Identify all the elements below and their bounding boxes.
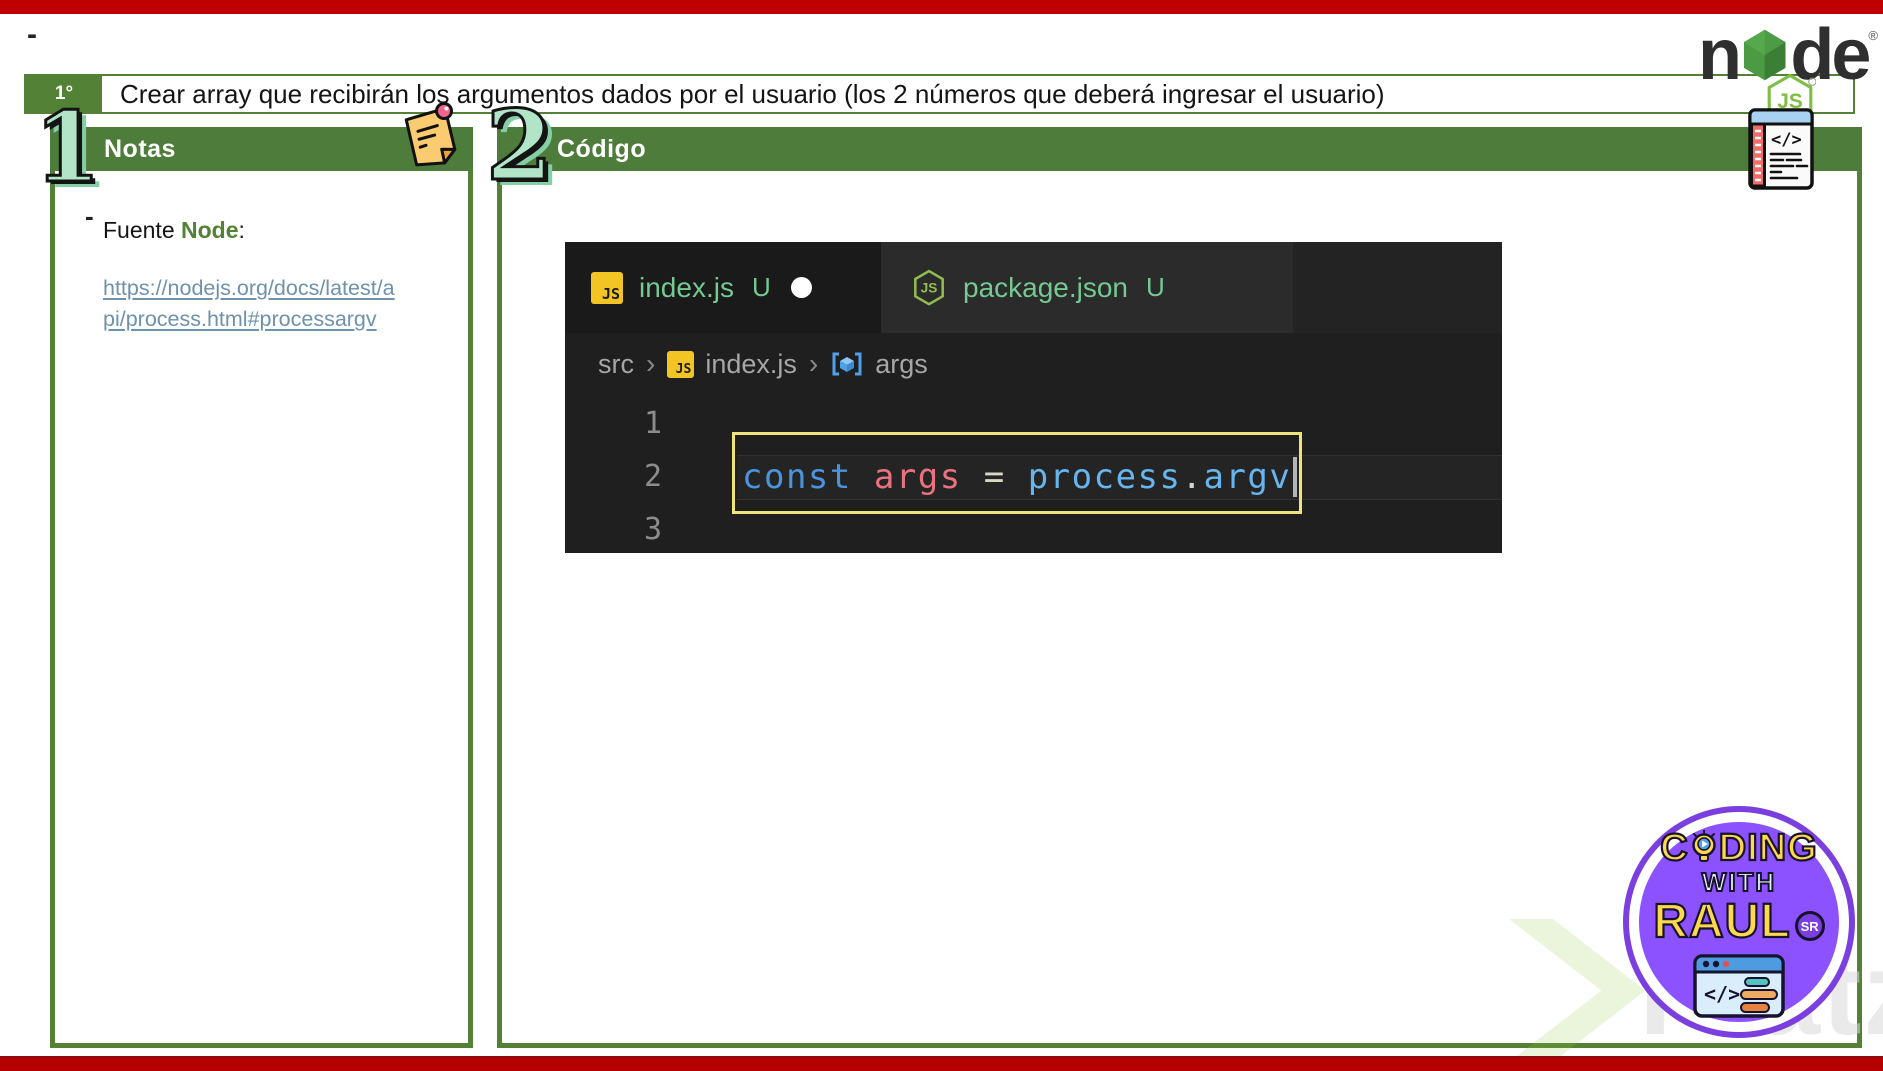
logo-disc: C DING WITH RAUL SR </> <box>1639 822 1839 1022</box>
logo-line-raul: RAUL SR <box>1652 893 1825 949</box>
node-docs-link[interactable]: https://nodejs.org/docs/latest/a pi/proc… <box>103 273 395 335</box>
js-file-icon: JS <box>667 350 695 378</box>
code-panel-header: Código <box>497 127 1862 171</box>
tab-bar-empty-space <box>1293 242 1502 333</box>
logo-text-raul: RAUL <box>1652 893 1791 948</box>
svg-text:JS: JS <box>921 280 938 295</box>
breadcrumb-item-symbol[interactable]: args <box>875 349 928 380</box>
logo-line-coding: C DING <box>1659 825 1818 869</box>
logo-text-ding: DING <box>1718 825 1818 869</box>
svg-text:</>: </> <box>1704 982 1740 1006</box>
notes-panel-title: Notas <box>104 134 176 163</box>
code-area: 1 2 const args = process.argv 3 <box>565 395 1502 553</box>
notes-panel: Notas - Fuente Node: https://nodejs.org/… <box>50 127 473 1048</box>
bottom-red-bar <box>0 1056 1883 1071</box>
node-docs-link-line1[interactable]: https://nodejs.org/docs/latest/a <box>103 273 395 304</box>
source-line: Fuente Node: <box>103 217 245 244</box>
code-window-icon: </> <box>1693 953 1785 1018</box>
step-header: 1° Crear array que recibirán los argumen… <box>24 74 1855 114</box>
nodejs-letter-n: n <box>1698 15 1742 95</box>
vscode-editor: JS index.js U JS package.json U src › JS… <box>565 242 1502 553</box>
js-file-icon: JS <box>591 271 623 304</box>
git-status-badge: U <box>1146 272 1165 302</box>
sticky-note-icon <box>404 102 457 167</box>
tab-index-js[interactable]: JS index.js U <box>565 242 881 333</box>
git-status-badge: U <box>751 272 771 302</box>
line-number: 1 <box>643 406 662 441</box>
symbol-variable-icon <box>832 352 862 376</box>
breadcrumb-item-file[interactable]: index.js <box>705 349 797 380</box>
nodejs-file-icon: JS <box>914 269 944 306</box>
chevron-right-icon: › <box>646 348 656 379</box>
top-red-bar <box>0 0 1883 14</box>
node-docs-link-line2[interactable]: pi/process.html#processargv <box>103 304 395 335</box>
line-number: 3 <box>643 512 662 547</box>
breadcrumb: src › JS index.js › args <box>565 333 1502 395</box>
source-label: Fuente <box>103 217 175 243</box>
breadcrumb-item-src[interactable]: src <box>598 349 634 380</box>
tab-label[interactable]: package.json <box>963 272 1128 304</box>
numeral-2: 2 <box>485 89 555 202</box>
top-dash: - <box>27 18 37 51</box>
code-panel-title: Código <box>557 134 647 163</box>
sr-badge: SR <box>1794 911 1825 941</box>
notes-dash: - <box>85 201 94 231</box>
logo-text-c: C <box>1659 825 1689 869</box>
coding-with-raul-logo: C DING WITH RAUL SR </> <box>1623 806 1855 1038</box>
step-title: Crear array que recibirán los argumentos… <box>120 78 1385 109</box>
line-number: 2 <box>643 459 662 494</box>
registered-mark: ® <box>1868 28 1878 43</box>
source-name: Node <box>181 217 239 243</box>
source-colon: : <box>238 217 245 243</box>
highlight-annotation-box <box>732 432 1302 514</box>
js-file-icon-text: JS <box>601 284 620 303</box>
slide-canvas: - 1° Crear array que recibirán los argum… <box>0 0 1883 1071</box>
chevron-right-icon: › <box>808 348 819 379</box>
nodejs-letter-e: e <box>1831 15 1871 95</box>
unsaved-dot-icon[interactable] <box>790 277 812 298</box>
editor-tab-bar: JS index.js U JS package.json U <box>565 242 1502 333</box>
tab-label[interactable]: index.js <box>639 272 734 304</box>
numeral-1: 1 <box>33 91 103 204</box>
tab-package-json[interactable]: JS package.json U <box>881 242 1293 333</box>
code-window-icon: </> <box>1748 108 1814 190</box>
svg-text:</>: </> <box>1771 130 1802 150</box>
lightbulb-play-icon <box>1691 830 1716 862</box>
js-file-icon-text: JS <box>675 361 692 377</box>
